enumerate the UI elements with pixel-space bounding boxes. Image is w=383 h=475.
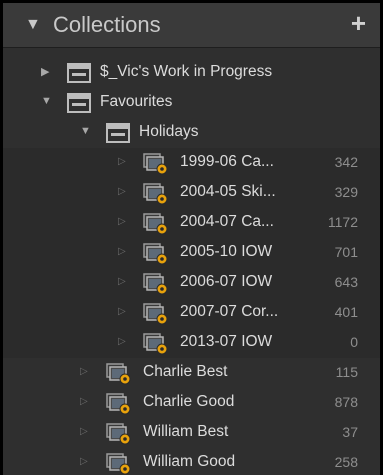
triangle-right-icon: ▷ bbox=[80, 366, 88, 377]
smart-collection-row[interactable]: ▷ William Good 258 bbox=[3, 448, 380, 475]
photo-count: 401 bbox=[334, 304, 358, 320]
triangle-right-icon: ▷ bbox=[80, 426, 88, 437]
triangle-right-icon: ▷ bbox=[118, 216, 126, 227]
smart-collection-row[interactable]: ▷ 2013-07 IOW 0 bbox=[3, 328, 380, 358]
smart-collection-icon bbox=[143, 213, 169, 235]
collection-label: 2013-07 IOW bbox=[180, 333, 273, 350]
triangle-down-icon[interactable]: ▼ bbox=[41, 95, 52, 107]
smart-collection-row[interactable]: ▷ Charlie Good 878 bbox=[3, 388, 380, 418]
photo-count: 342 bbox=[334, 154, 358, 170]
triangle-right-icon: ▷ bbox=[80, 456, 88, 467]
collection-label: 2004-05 Ski... bbox=[180, 183, 276, 200]
triangle-right-icon: ▷ bbox=[118, 276, 126, 287]
collection-set-label: Holidays bbox=[139, 123, 199, 140]
triangle-right-icon: ▷ bbox=[118, 156, 126, 167]
collection-set-label: $_Vic's Work in Progress bbox=[100, 63, 273, 80]
collection-label: William Good bbox=[143, 453, 236, 470]
smart-collection-row[interactable]: ▷ William Best 37 bbox=[3, 418, 380, 448]
triangle-right-icon: ▷ bbox=[118, 336, 126, 347]
collection-set-icon bbox=[67, 63, 91, 83]
smart-collection-icon bbox=[143, 243, 169, 265]
photo-count: 0 bbox=[350, 334, 358, 350]
photo-count: 258 bbox=[334, 454, 358, 470]
triangle-right-icon[interactable]: ▶ bbox=[41, 65, 49, 78]
photo-count: 37 bbox=[342, 424, 358, 440]
collection-set-vics-work[interactable]: ▶ $_Vic's Work in Progress bbox=[3, 58, 380, 88]
smart-collection-icon bbox=[143, 183, 169, 205]
panel-title: Collections bbox=[53, 12, 161, 37]
triangle-down-icon[interactable]: ▼ bbox=[25, 16, 41, 34]
collection-set-icon bbox=[67, 93, 91, 113]
collection-label: 2004-07 Ca... bbox=[180, 213, 274, 230]
photo-count: 329 bbox=[334, 184, 358, 200]
smart-collection-row[interactable]: ▷ 2007-07 Cor... 401 bbox=[3, 298, 380, 328]
collection-label: Charlie Good bbox=[143, 393, 235, 410]
triangle-right-icon: ▷ bbox=[118, 186, 126, 197]
collection-label: 2005-10 IOW bbox=[180, 243, 273, 260]
triangle-right-icon: ▷ bbox=[80, 396, 88, 407]
smart-collection-icon bbox=[106, 363, 132, 385]
collection-set-holidays[interactable]: ▼ Holidays bbox=[3, 118, 380, 148]
collection-label: William Best bbox=[143, 423, 229, 440]
triangle-down-icon[interactable]: ▼ bbox=[80, 125, 91, 137]
smart-collection-row[interactable]: ▷ 1999-06 Ca... 342 bbox=[3, 148, 380, 178]
smart-collection-row[interactable]: ▷ 2004-07 Ca... 1172 bbox=[3, 208, 380, 238]
smart-collection-icon bbox=[106, 453, 132, 475]
collections-panel: ▼ Collections + ▶ $_Vic's Work in Progre… bbox=[3, 3, 380, 475]
collection-set-favourites[interactable]: ▼ Favourites bbox=[3, 88, 380, 118]
collection-set-label: Favourites bbox=[100, 93, 173, 110]
photo-count: 115 bbox=[335, 364, 358, 380]
photo-count: 1172 bbox=[327, 214, 358, 230]
smart-collection-icon bbox=[106, 393, 132, 415]
smart-collection-icon bbox=[143, 153, 169, 175]
collection-label: 1999-06 Ca... bbox=[180, 153, 274, 170]
triangle-right-icon: ▷ bbox=[118, 246, 126, 257]
collection-label: 2007-07 Cor... bbox=[180, 303, 279, 320]
collection-label: 2006-07 IOW bbox=[180, 273, 273, 290]
triangle-right-icon: ▷ bbox=[118, 306, 126, 317]
collection-set-icon bbox=[106, 123, 130, 143]
photo-count: 643 bbox=[334, 274, 358, 290]
collections-header[interactable]: ▼ Collections + bbox=[3, 3, 380, 48]
smart-collection-row[interactable]: ▷ 2006-07 IOW 643 bbox=[3, 268, 380, 298]
photo-count: 701 bbox=[334, 244, 358, 260]
smart-collection-icon bbox=[143, 333, 169, 355]
smart-collection-icon bbox=[106, 423, 132, 445]
smart-collection-row[interactable]: ▷ 2005-10 IOW 701 bbox=[3, 238, 380, 268]
smart-collection-icon bbox=[143, 303, 169, 325]
smart-collection-row[interactable]: ▷ Charlie Best 115 bbox=[3, 358, 380, 388]
plus-icon[interactable]: + bbox=[351, 8, 366, 39]
smart-collection-icon bbox=[143, 273, 169, 295]
collection-label: Charlie Best bbox=[143, 363, 228, 380]
smart-collection-row[interactable]: ▷ 2004-05 Ski... 329 bbox=[3, 178, 380, 208]
photo-count: 878 bbox=[334, 394, 358, 410]
